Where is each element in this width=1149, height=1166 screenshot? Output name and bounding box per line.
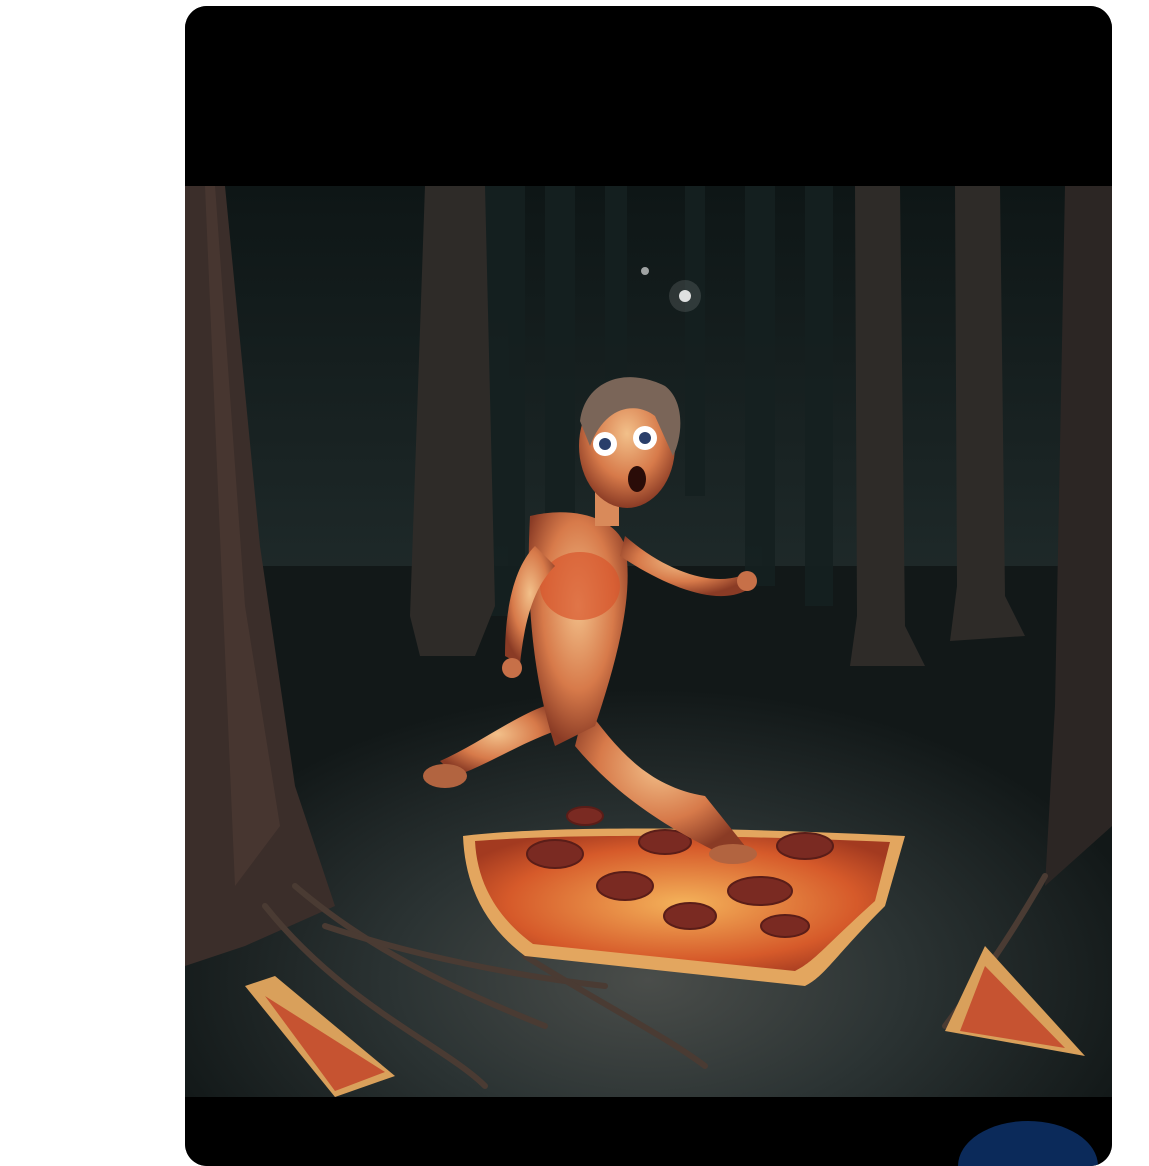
post-image[interactable] (185, 186, 1112, 1097)
media-top-letterbox (185, 6, 1112, 186)
media-bottom-bar (185, 1097, 1112, 1166)
forest-pizza-artwork (185, 186, 1112, 1097)
action-circle-icon[interactable] (958, 1121, 1098, 1166)
post-card (185, 6, 1112, 1166)
